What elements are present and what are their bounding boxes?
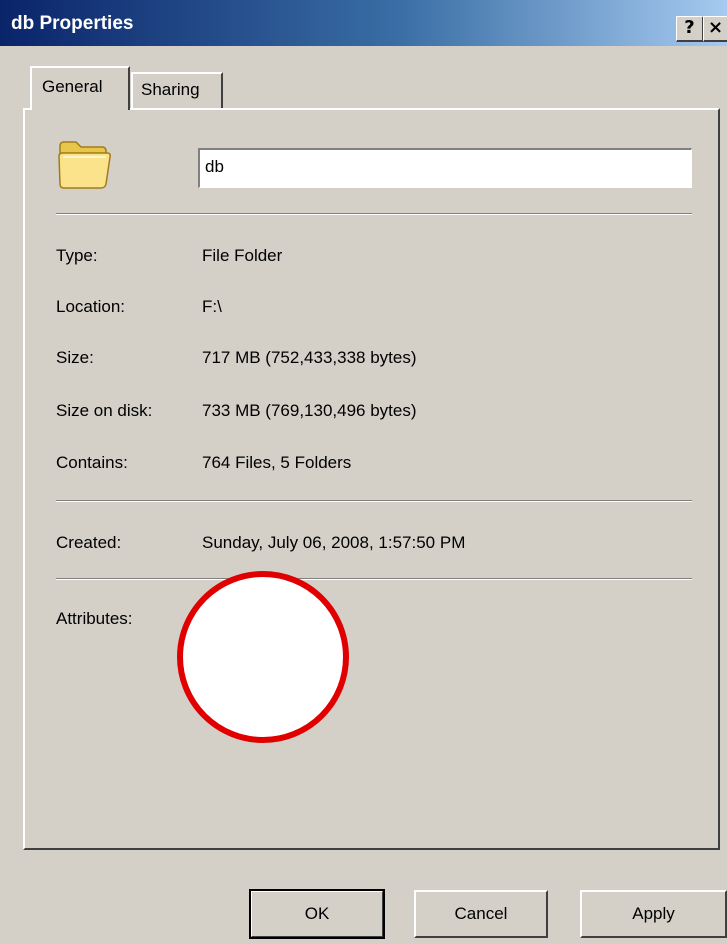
tab-sharing[interactable]: Sharing [131,72,223,108]
tab-general[interactable]: General [30,66,130,110]
apply-button[interactable]: Apply [580,890,727,938]
title-bar[interactable]: db Properties ? × [0,0,727,47]
location-value: F:\ [202,297,222,316]
annotation-circle [177,571,349,743]
separator [56,578,692,580]
attributes-label: Attributes: [56,609,133,628]
size-on-disk-label: Size on disk: [56,401,153,420]
help-button[interactable]: ? [676,16,704,42]
type-label: Type: [56,246,98,265]
created-label: Created: [56,533,122,552]
type-value: File Folder [202,246,283,265]
window-title: db Properties [11,13,134,34]
location-label: Location: [56,297,125,316]
size-value: 717 MB (752,433,338 bytes) [202,348,417,367]
created-value: Sunday, July 06, 2008, 1:57:50 PM [202,533,466,552]
general-tab-panel [23,108,720,850]
contains-value: 764 Files, 5 Folders [202,453,352,472]
close-button[interactable]: × [703,16,727,42]
separator [56,213,692,215]
cancel-button[interactable]: Cancel [414,890,548,938]
folder-icon [58,141,111,189]
folder-name-input[interactable]: db [198,148,692,188]
size-label: Size: [56,348,94,367]
size-on-disk-value: 733 MB (769,130,496 bytes) [202,401,417,420]
ok-button[interactable]: OK [249,889,385,939]
separator [56,500,692,502]
contains-label: Contains: [56,453,128,472]
